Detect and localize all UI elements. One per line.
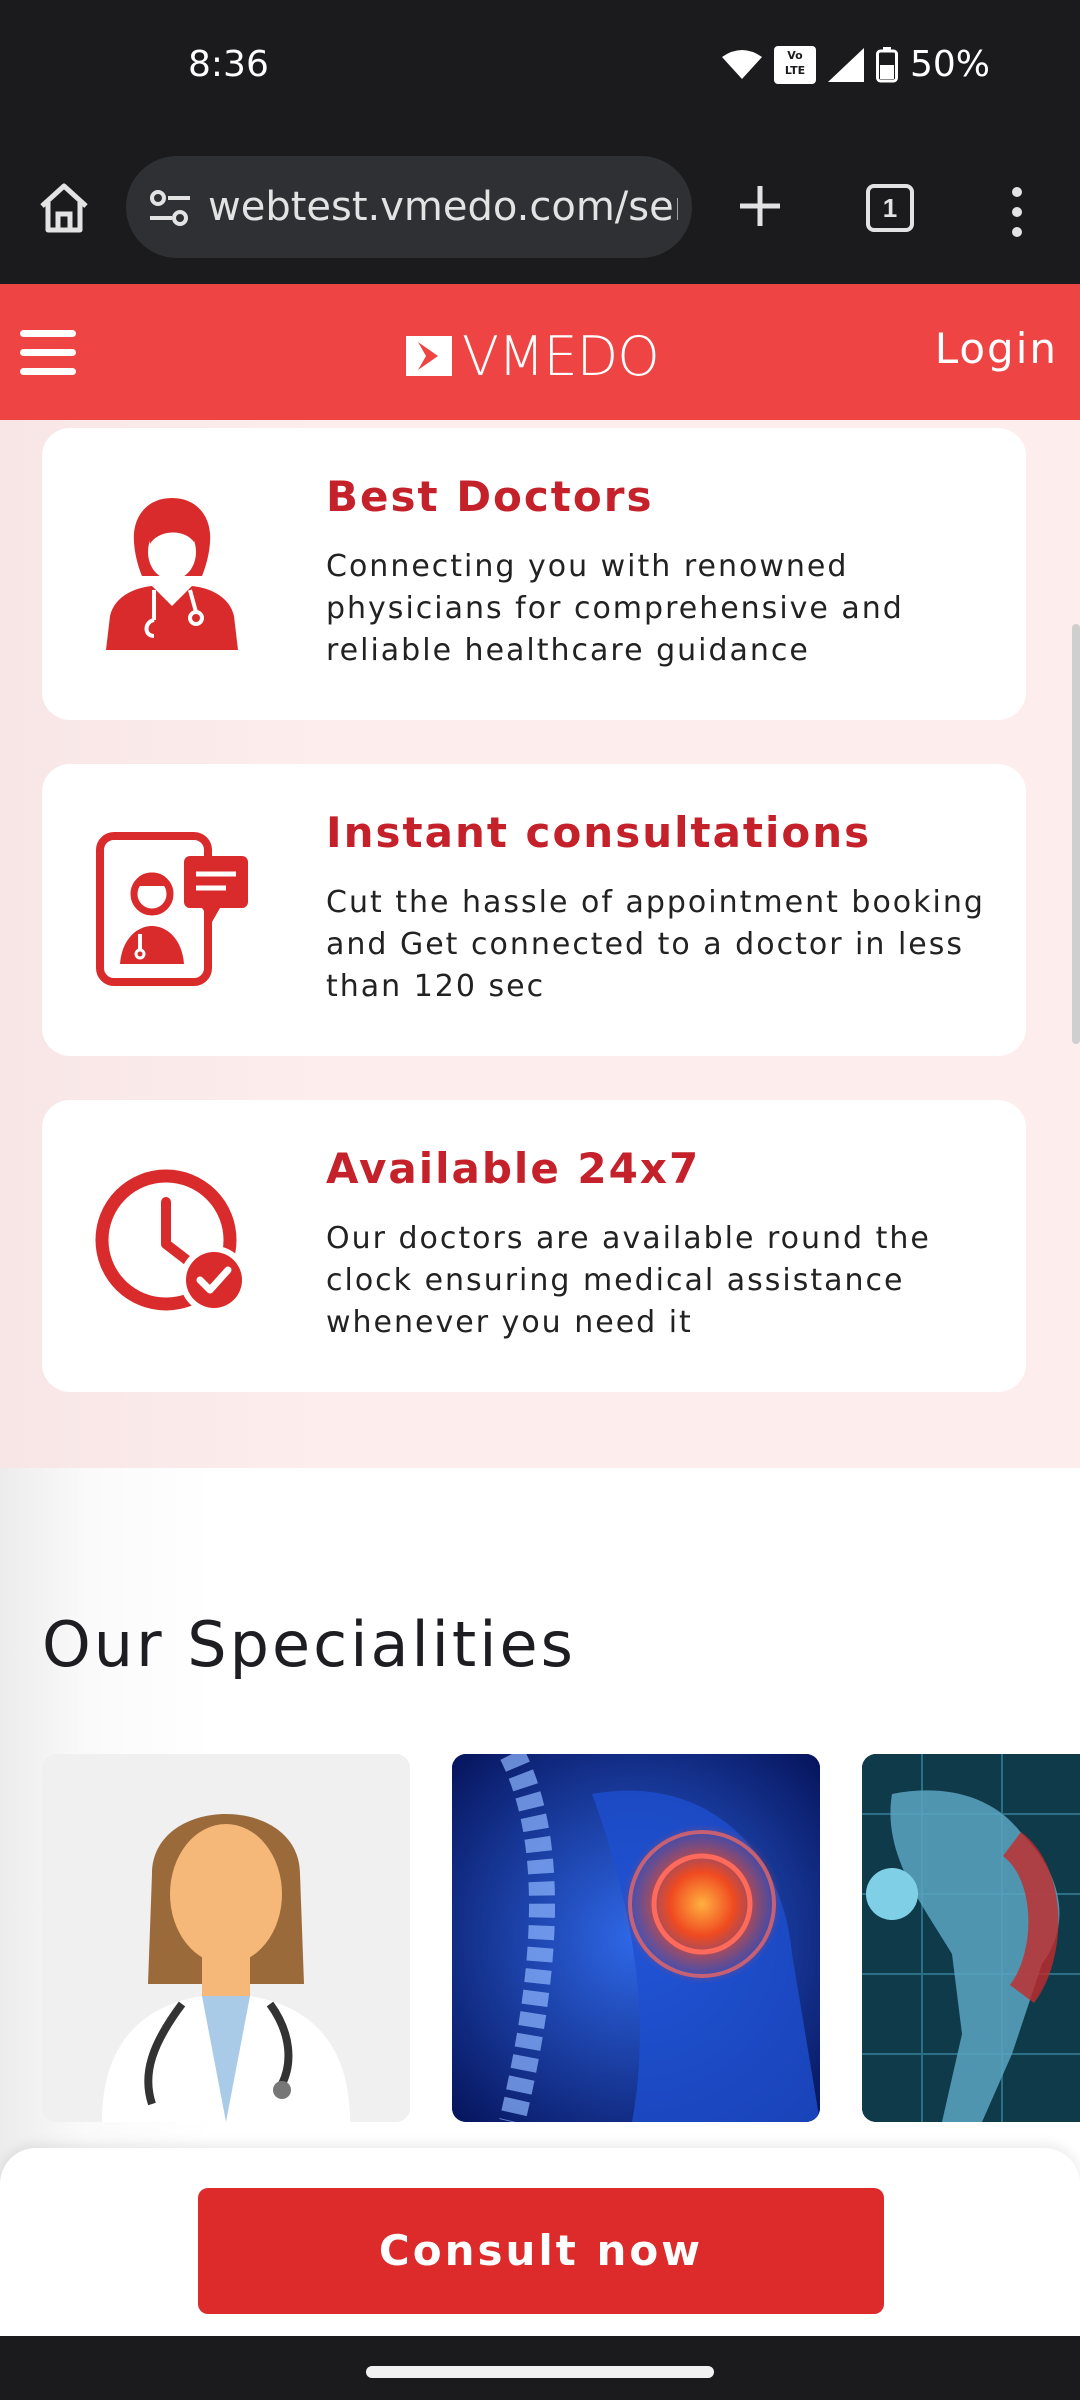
speciality-card-orthopedics[interactable] [452,1754,820,2122]
speciality-card-general-physician[interactable] [42,1754,410,2122]
battery-percent: 50% [909,44,990,85]
hamburger-menu-icon[interactable] [20,330,76,376]
logo-text: VMEDO [462,324,660,388]
clock-check-icon [95,1169,248,1314]
feature-description: Cut the hassle of appointment booking an… [326,885,985,1004]
sticky-cta-bar: Consult now [0,2148,1080,2336]
volte-badge: Vo LTE [773,45,816,84]
gynecology-image [862,1754,1080,2122]
login-link[interactable]: Login [935,324,1058,373]
video-consult-icon [96,832,248,986]
general-physician-image [42,1754,410,2122]
feature-title: Best Doctors [326,472,654,521]
status-time: 8:36 [188,44,269,85]
browser-toolbar: webtest.vmedo.com/services 1 [0,140,1080,284]
feature-description: Connecting you with renowned physicians … [326,549,904,668]
site-header: VMEDO Login [0,284,1080,420]
gesture-handle[interactable] [366,2366,714,2378]
site-settings-icon[interactable] [148,188,192,228]
wifi-icon [721,49,762,79]
status-icons: Vo LTE 50% [721,44,990,85]
url-text[interactable]: webtest.vmedo.com/services [208,184,678,230]
status-bar: 8:36 Vo LTE 50% [0,0,1080,140]
feature-title: Available 24x7 [326,1144,701,1193]
web-viewport: VMEDO Login Best Doctors Connecting you … [0,284,1080,2336]
speciality-card-gynecology[interactable] [862,1754,1080,2122]
feature-title: Instant consultations [326,808,872,857]
address-bar[interactable]: webtest.vmedo.com/services [126,156,692,258]
feature-card-best-doctors: Best Doctors Connecting you with renowne… [42,428,1026,720]
home-icon[interactable] [36,180,92,236]
tab-switcher-button[interactable]: 1 [866,184,914,232]
female-doctor-icon [106,498,238,650]
signal-icon [827,47,864,82]
consult-now-button[interactable]: Consult now [198,2188,884,2314]
battery-icon [875,46,898,82]
features-section: Best Doctors Connecting you with renowne… [0,420,1080,1468]
orthopedics-image [452,1754,820,2122]
more-options-icon[interactable] [1002,186,1032,238]
feature-card-available-24x7: Available 24x7 Our doctors are available… [42,1100,1026,1392]
logo-mark-icon [406,336,452,376]
section-title: Our Specialities [42,1608,576,1681]
new-tab-icon[interactable] [736,182,784,230]
feature-description: Our doctors are available round the cloc… [326,1221,931,1340]
vmedo-logo[interactable]: VMEDO [404,325,674,388]
system-navigation-bar [0,2336,1080,2400]
page-scrollbar[interactable] [1072,624,1080,1044]
feature-card-instant-consultations: Instant consultations Cut the hassle of … [42,764,1026,1056]
